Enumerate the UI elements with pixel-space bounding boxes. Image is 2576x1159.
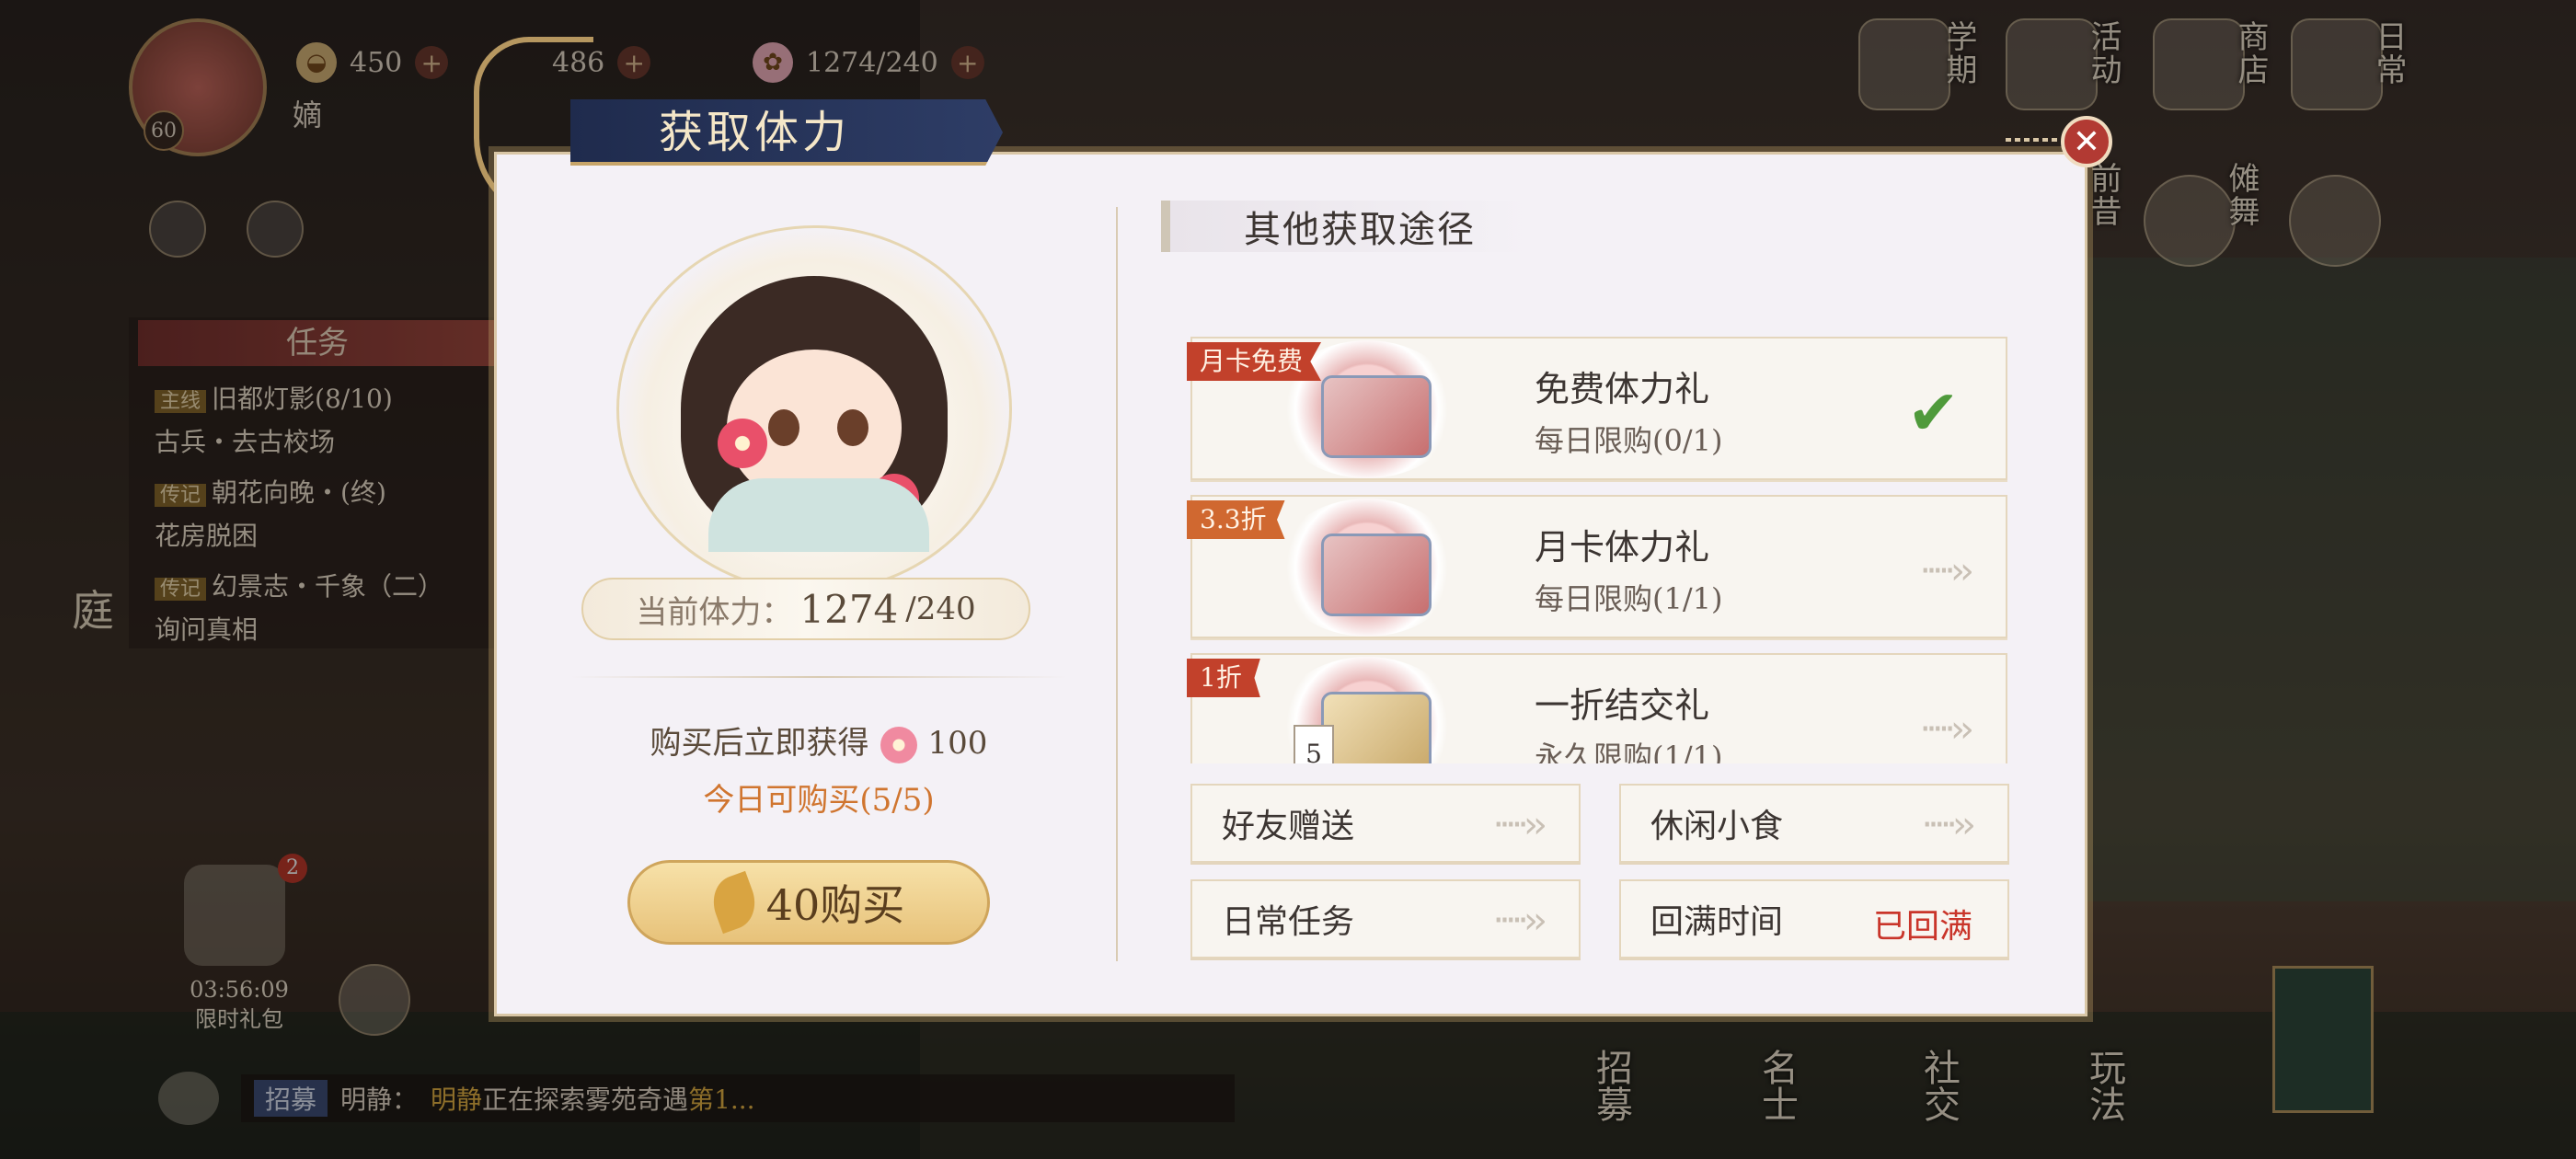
close-line-decoration [2006, 138, 2061, 142]
buy-gain-label: 购买后立即获得 [650, 725, 869, 762]
item-count: 5 [1294, 725, 1334, 763]
button-label: 好友赠送 [1222, 808, 1355, 845]
arrow-icon: ·····›› [1492, 900, 1547, 942]
stamina-label: 当前体力： [636, 593, 793, 631]
arrow-icon: ·····›› [1919, 708, 1974, 751]
character-body [708, 478, 929, 552]
offer-limit: 永久限购(1/1) [1535, 740, 1723, 763]
character-eye-left [768, 409, 799, 446]
offer-list[interactable]: 月卡免费 免费体力礼 每日限购(0/1) ✔ 3.3折 月卡体力礼 每日限购(1… [1185, 331, 2013, 763]
button-label: 日常任务 [1222, 903, 1355, 941]
hair-flower-icon [718, 419, 767, 468]
offer-tag: 1折 [1187, 659, 1260, 697]
daily-task-button[interactable]: 日常任务 ·····›› [1190, 879, 1581, 958]
close-button[interactable]: ✕ [2061, 116, 2112, 167]
arrow-icon: ·····›› [1492, 804, 1547, 846]
other-methods-title: 其他获取途径 [1161, 201, 1529, 252]
buy-gain-info: 购买后立即获得 100 [570, 717, 1067, 763]
offer-limit: 每日限购(0/1) [1535, 423, 1723, 458]
gift-box-icon [1321, 375, 1432, 458]
arrow-icon: ·····›› [1921, 804, 1976, 846]
column-divider [1116, 207, 1118, 961]
offer-tag: 月卡免费 [1187, 342, 1322, 381]
character-eye-right [837, 409, 868, 446]
gift-box-icon [1321, 692, 1432, 763]
offer-tag: 3.3折 [1187, 500, 1285, 539]
refill-status: 已回满 [1872, 908, 1972, 946]
stamina-max: /240 [905, 591, 976, 627]
left-divider [570, 676, 1067, 678]
petal-icon [880, 727, 917, 763]
refill-time-display: 回满时间 已回满 [1619, 879, 2009, 958]
current-stamina-display: 当前体力： 1274 /240 [581, 578, 1030, 640]
offer-card-free-stamina[interactable]: 月卡免费 免费体力礼 每日限购(0/1) ✔ [1187, 337, 2007, 480]
offer-name: 免费体力礼 [1535, 369, 1710, 409]
dialog-title: 获取体力 [659, 107, 851, 158]
gift-box-icon [1321, 534, 1432, 616]
offer-name: 一折结交礼 [1535, 685, 1710, 726]
leisure-snack-button[interactable]: 休闲小食 ·····›› [1619, 784, 2009, 863]
button-label: 回满时间 [1650, 903, 1784, 941]
button-label: 休闲小食 [1650, 808, 1784, 845]
stamina-value: 1274 [799, 586, 899, 632]
buy-button-label: 40购买 [765, 880, 905, 930]
offer-name: 月卡体力礼 [1535, 527, 1710, 568]
offer-card-monthly-stamina[interactable]: 3.3折 月卡体力礼 每日限购(1/1) ·····›› [1187, 495, 2007, 638]
arrow-icon: ·····›› [1919, 550, 1974, 592]
game-screen: 60 嫡 ◒ 450 + 486 + ✿ 1274/240 + 学期 活动 商店… [0, 0, 2576, 1159]
daily-purchase-limit: 今日可购买(5/5) [703, 782, 935, 819]
leaf-currency-icon [705, 870, 763, 935]
offer-card-discount-friendship[interactable]: 5 1折 一折结交礼 永久限购(1/1) ·····›› [1187, 653, 2007, 763]
offer-limit: 每日限购(1/1) [1535, 581, 1723, 616]
close-icon: ✕ [2072, 122, 2101, 161]
claimed-check-icon: ✔ [1907, 377, 1960, 450]
buy-button[interactable]: 40购买 [627, 860, 990, 945]
buy-gain-value: 100 [927, 725, 988, 762]
friend-gift-button[interactable]: 好友赠送 ·····›› [1190, 784, 1581, 863]
